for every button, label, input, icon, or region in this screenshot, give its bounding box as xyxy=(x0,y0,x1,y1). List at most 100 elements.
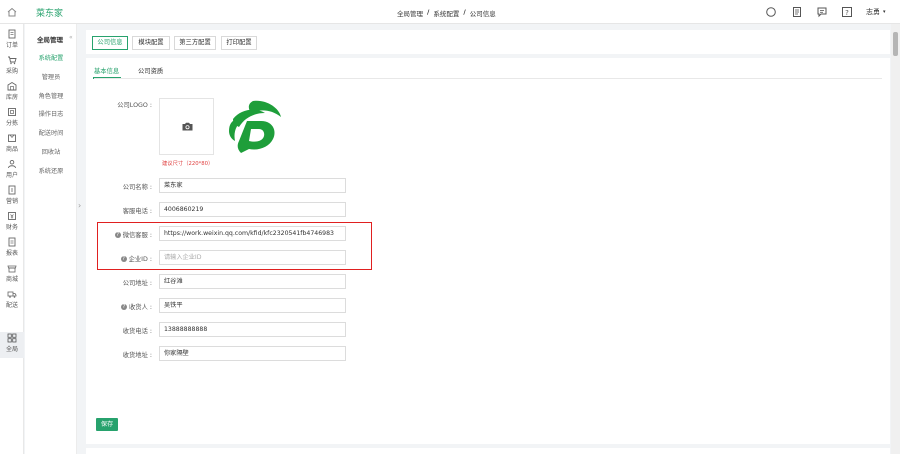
help-icon[interactable]: ? xyxy=(120,304,127,310)
nav-item-global[interactable]: 全局 xyxy=(0,332,24,358)
tab-print-config[interactable]: 打印配置 xyxy=(221,36,257,50)
sub-nav-item-operation-log[interactable]: 操作日志 xyxy=(25,109,77,118)
help-icon[interactable]: ? xyxy=(120,256,127,262)
sub-nav-item-system-config[interactable]: 系统配置 xyxy=(25,53,77,62)
breadcrumb-item[interactable]: 系统配置 xyxy=(433,8,459,18)
nav-label: 分拣 xyxy=(5,120,18,127)
help-icon[interactable]: ? xyxy=(114,232,121,238)
nav-item-report[interactable]: 报表 xyxy=(0,236,24,262)
receiver-field[interactable]: 吴铁平 xyxy=(159,298,346,313)
sub-nav-item-recycle-bin[interactable]: 回收站 xyxy=(25,147,77,156)
receiver-address-label: 收货地址 : xyxy=(122,352,152,359)
logo-upload[interactable] xyxy=(159,98,214,155)
camera-icon xyxy=(182,122,193,131)
company-name-field[interactable]: 菜东家 xyxy=(159,178,346,193)
sub-nav-item-system-restore[interactable]: 系统还原 xyxy=(25,166,77,175)
message-icon[interactable] xyxy=(816,6,828,18)
nav-item-delivery[interactable]: 配送 xyxy=(0,288,24,314)
nav-item-user[interactable]: 用户 xyxy=(0,158,24,184)
nav-item-finance[interactable]: 财务 xyxy=(0,210,24,236)
company-logo-image xyxy=(229,100,281,153)
nav-label: 采购 xyxy=(5,68,18,75)
sub-nav: 全局管理 « 系统配置 管理员 角色管理 操作日志 配送时间 回收站 系统还原 xyxy=(25,24,77,454)
sub-nav-item-admin[interactable]: 管理员 xyxy=(25,72,77,81)
nav-item-marketing[interactable]: 营销 xyxy=(0,184,24,210)
user-menu-caret-icon[interactable]: ▾ xyxy=(883,9,886,15)
breadcrumb-item[interactable]: 全局管理 xyxy=(397,8,423,18)
receiver-phone-field[interactable]: 13888888888 xyxy=(159,322,346,337)
scrollbar-thumb[interactable] xyxy=(893,32,898,56)
nav-label: 财务 xyxy=(5,224,18,231)
collapse-icon[interactable]: « xyxy=(69,34,73,41)
sub-nav-item-delivery-time[interactable]: 配送时间 xyxy=(25,128,77,137)
nav-item-mall[interactable]: 商城 xyxy=(0,262,24,288)
receiver-phone-label: 收货电话 : xyxy=(122,328,152,335)
nav-item-product[interactable]: 商品 xyxy=(0,132,24,158)
nav-item-purchase[interactable]: 采购 xyxy=(0,54,24,80)
tab-company-info[interactable]: 公司信息 xyxy=(92,36,128,50)
config-tabs: 公司信息 模块配置 第三方配置 打印配置 xyxy=(86,30,890,54)
chevron-right-icon: › xyxy=(78,201,82,210)
user-icon xyxy=(8,159,16,169)
receiver-label: ? 收货人 : xyxy=(120,304,152,311)
compass-icon[interactable] xyxy=(765,6,777,18)
top-bar: 菜东家 全局管理 / 系统配置 / 公司信息 ? 志勇 ▾ xyxy=(0,0,900,24)
service-phone-field[interactable]: 4006860219 xyxy=(159,202,346,217)
nav-label: 商城 xyxy=(5,276,18,283)
global-icon xyxy=(7,333,17,343)
nav-label: 报表 xyxy=(5,250,18,257)
nav-item-sorting[interactable]: 分拣 xyxy=(0,106,24,132)
tab-module-config[interactable]: 模块配置 xyxy=(132,36,170,50)
breadcrumb: 全局管理 / 系统配置 / 公司信息 xyxy=(397,8,496,18)
breadcrumb-separator: / xyxy=(463,8,466,16)
svg-text:?: ? xyxy=(845,9,849,17)
marketing-icon xyxy=(8,185,16,195)
report-icon xyxy=(8,237,16,247)
enterprise-id-label: ? 企业ID : xyxy=(120,256,152,263)
home-icon[interactable] xyxy=(6,6,18,18)
nav-label: 订单 xyxy=(5,42,18,49)
user-name[interactable]: 志勇 xyxy=(866,7,880,17)
content-panel: 基本信息 公司资质 公司LOGO : 建议尺寸（220*80） 公司名称 : 菜… xyxy=(86,58,890,444)
logo-size-hint: 建议尺寸（220*80） xyxy=(162,161,214,167)
sub-nav-item-roles[interactable]: 角色管理 xyxy=(25,91,77,100)
brand-name[interactable]: 菜东家 xyxy=(36,6,63,19)
service-phone-label: 客服电话 : xyxy=(122,208,152,215)
document-icon[interactable] xyxy=(791,6,803,18)
expand-handle[interactable]: › xyxy=(77,196,85,218)
bottom-strip xyxy=(86,448,890,454)
mall-icon xyxy=(7,265,17,273)
company-address-label: 公司地址 : xyxy=(122,280,152,287)
breadcrumb-separator: / xyxy=(427,8,430,16)
sub-tabs: 基本信息 公司资质 xyxy=(86,58,890,79)
enterprise-id-field[interactable]: 请输入企业ID xyxy=(159,250,346,265)
nav-label: 用户 xyxy=(5,172,18,179)
wechat-service-label: ? 微信客服 : xyxy=(114,232,152,239)
nav-label: 配送 xyxy=(5,302,18,309)
save-button[interactable]: 保存 xyxy=(96,418,118,431)
receiver-address-field[interactable]: 你家隔壁 xyxy=(159,346,346,361)
delivery-icon xyxy=(7,291,17,298)
help-icon[interactable]: ? xyxy=(841,6,853,18)
warehouse-icon xyxy=(7,81,17,91)
main-nav: 订单 采购 库房 分拣 商品 用户 营销 财务 报表 商城 配送 全局 xyxy=(0,24,24,454)
finance-icon xyxy=(8,212,16,220)
nav-item-order[interactable]: 订单 xyxy=(0,28,24,54)
sub-tab-company-qualification[interactable]: 公司资质 xyxy=(138,66,163,75)
sub-tab-basic-info[interactable]: 基本信息 xyxy=(94,66,119,75)
divider xyxy=(94,78,882,79)
nav-label: 营销 xyxy=(5,198,18,205)
tab-third-party-config[interactable]: 第三方配置 xyxy=(174,36,216,50)
sub-nav-title: 全局管理 xyxy=(37,36,63,44)
logo-label: 公司LOGO : xyxy=(117,102,152,109)
breadcrumb-current: 公司信息 xyxy=(469,10,496,18)
wechat-service-field[interactable]: https://work.weixin.qq.com/kfid/kfc23205… xyxy=(159,226,346,241)
scrollbar[interactable] xyxy=(891,24,900,454)
nav-label: 库房 xyxy=(5,94,18,101)
nav-label: 全局 xyxy=(5,346,18,353)
nav-item-warehouse[interactable]: 库房 xyxy=(0,80,24,106)
sorting-icon xyxy=(8,108,16,116)
order-icon xyxy=(8,29,16,39)
company-name-label: 公司名称 : xyxy=(122,184,152,191)
company-address-field[interactable]: 红谷滩 xyxy=(159,274,346,289)
